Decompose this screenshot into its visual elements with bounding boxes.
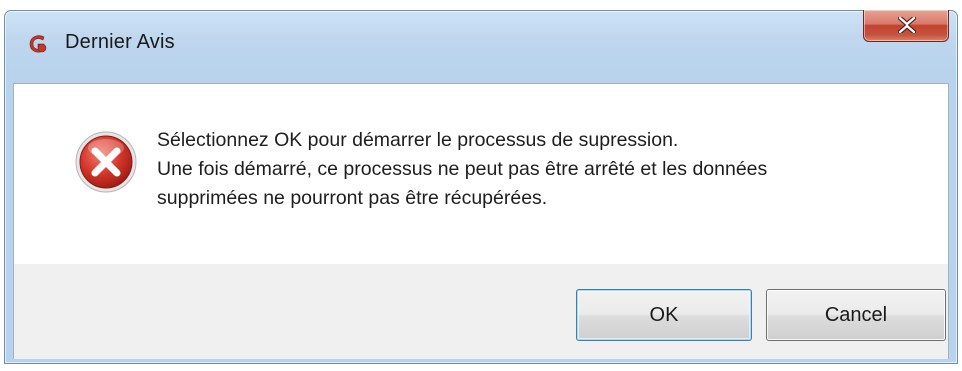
app-logo-icon [27,33,49,55]
close-icon [898,17,916,33]
message-line-1: Sélectionnez OK pour démarrer le process… [157,129,679,151]
close-button[interactable] [863,10,949,42]
dialog-message: Sélectionnez OK pour démarrer le process… [157,126,927,213]
button-bar: OK Cancel [14,264,948,359]
title-bar[interactable]: Dernier Avis [5,10,957,71]
ok-button[interactable]: OK [576,289,752,341]
dialog-window: Dernier Avis Sélectionnez OK pour démarr… [4,10,958,364]
message-line-3: supprimées ne pourront pas être récupéré… [157,187,548,209]
message-area: Sélectionnez OK pour démarrer le process… [14,84,948,264]
cancel-button[interactable]: Cancel [766,289,946,341]
window-title: Dernier Avis [65,31,175,53]
error-icon [74,130,138,194]
message-line-2: Une fois démarré, ce processus ne peut p… [157,158,768,180]
dialog-body: Sélectionnez OK pour démarrer le process… [13,83,949,359]
